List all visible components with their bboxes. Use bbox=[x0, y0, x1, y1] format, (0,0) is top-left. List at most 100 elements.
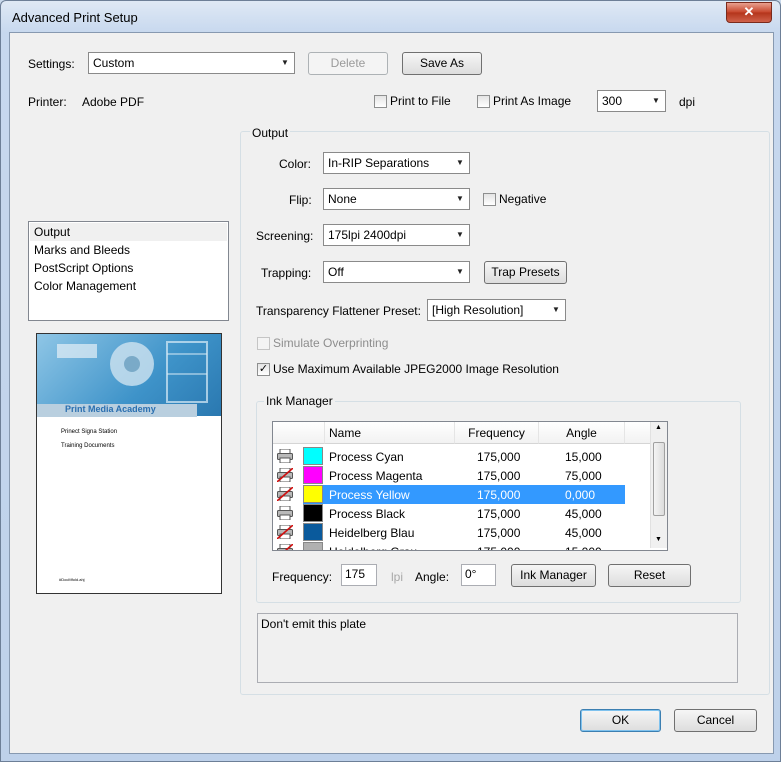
dpi-unit: dpi bbox=[679, 95, 696, 109]
scroll-down-icon[interactable]: ▼ bbox=[655, 536, 662, 543]
dpi-value: 300 bbox=[602, 94, 623, 108]
category-postscript-options[interactable]: PostScript Options bbox=[30, 259, 227, 277]
preview-banner-text: Print Media Academy bbox=[65, 404, 156, 414]
chevron-down-icon: ▼ bbox=[456, 194, 464, 203]
title-bar[interactable]: Advanced Print Setup ✕ bbox=[1, 1, 780, 33]
chevron-down-icon: ▼ bbox=[456, 158, 464, 167]
preview-line-2: Training Documents bbox=[61, 443, 115, 449]
flip-dropdown[interactable]: None ▼ bbox=[323, 188, 470, 210]
page-preview: Print Media Academy Prinect Signa Statio… bbox=[36, 333, 222, 594]
ink-color-swatch bbox=[303, 447, 323, 465]
print-to-file-label: Print to File bbox=[390, 94, 451, 108]
negative-label: Negative bbox=[499, 192, 547, 206]
negative-checkbox[interactable] bbox=[483, 193, 496, 206]
category-output[interactable]: Output bbox=[30, 223, 227, 241]
category-list: Output Marks and Bleeds PostScript Optio… bbox=[28, 221, 229, 321]
trap-presets-button[interactable]: Trap Presets bbox=[484, 261, 567, 284]
ink-name: Process Black bbox=[329, 507, 406, 521]
screening-dropdown[interactable]: 175lpi 2400dpi ▼ bbox=[323, 224, 470, 246]
cancel-button[interactable]: Cancel bbox=[674, 709, 757, 732]
chevron-down-icon: ▼ bbox=[456, 230, 464, 239]
ink-frequency: 175,000 bbox=[477, 450, 521, 464]
ink-row[interactable]: Heidelberg Grau 175,000 15,000 bbox=[273, 542, 653, 550]
frequency-input[interactable]: 175 bbox=[341, 564, 377, 586]
preview-footer: #DocMfold.ahj bbox=[59, 577, 85, 582]
trapping-value: Off bbox=[328, 265, 344, 279]
ink-angle: 15,000 bbox=[565, 450, 602, 464]
close-icon: ✕ bbox=[743, 4, 755, 19]
ink-column-frequency[interactable]: Frequency bbox=[455, 422, 539, 444]
ink-row[interactable]: Process Black 175,000 45,000 bbox=[273, 504, 653, 523]
frequency-label: Frequency: bbox=[272, 570, 333, 584]
advanced-print-setup-window: Advanced Print Setup ✕ Settings: Custom … bbox=[0, 0, 781, 762]
window-title: Advanced Print Setup bbox=[12, 10, 138, 25]
dpi-dropdown[interactable]: 300 ▼ bbox=[597, 90, 666, 112]
ink-color-swatch bbox=[303, 485, 323, 503]
screening-label: Screening: bbox=[256, 229, 314, 243]
ink-frequency: 175,000 bbox=[477, 507, 521, 521]
flattener-label: Transparency Flattener Preset: bbox=[256, 304, 421, 318]
ink-name: Process Magenta bbox=[329, 469, 423, 483]
save-as-button[interactable]: Save As bbox=[402, 52, 482, 75]
ink-row[interactable]: Heidelberg Blau 175,000 45,000 bbox=[273, 523, 653, 542]
ink-name: Heidelberg Grau bbox=[329, 545, 417, 550]
lpi-unit: lpi bbox=[391, 570, 404, 584]
category-marks-and-bleeds[interactable]: Marks and Bleeds bbox=[30, 241, 227, 259]
color-dropdown[interactable]: In-RIP Separations ▼ bbox=[323, 152, 470, 174]
scroll-up-icon[interactable]: ▲ bbox=[655, 424, 662, 431]
printer-icon[interactable] bbox=[277, 448, 293, 464]
chevron-down-icon: ▼ bbox=[281, 58, 289, 67]
output-section-title: Output bbox=[250, 126, 291, 140]
color-value: In-RIP Separations bbox=[328, 156, 430, 170]
settings-dropdown[interactable]: Custom ▼ bbox=[88, 52, 295, 74]
screening-value: 175lpi 2400dpi bbox=[328, 228, 407, 242]
ink-name: Process Cyan bbox=[329, 450, 404, 464]
close-button[interactable]: ✕ bbox=[726, 2, 772, 23]
ink-column-angle[interactable]: Angle bbox=[539, 422, 625, 444]
flattener-value: [High Resolution] bbox=[432, 303, 524, 317]
printer-disabled-icon[interactable] bbox=[276, 467, 294, 483]
chevron-down-icon: ▼ bbox=[552, 305, 560, 314]
ink-column-icons bbox=[273, 422, 325, 444]
ink-color-swatch bbox=[303, 466, 323, 484]
ink-manager-section-title: Ink Manager bbox=[264, 394, 335, 408]
ink-column-name[interactable]: Name bbox=[325, 422, 455, 444]
print-to-file-checkbox[interactable] bbox=[374, 95, 387, 108]
dialog-body: Settings: Custom ▼ Delete Save As Printe… bbox=[9, 32, 774, 754]
flip-label: Flip: bbox=[289, 193, 312, 207]
ink-list-scrollbar[interactable]: ▲ ▼ bbox=[650, 422, 667, 548]
print-as-image-checkbox[interactable] bbox=[477, 95, 490, 108]
delete-button[interactable]: Delete bbox=[308, 52, 388, 75]
ink-frequency: 175,000 bbox=[477, 469, 521, 483]
category-color-management[interactable]: Color Management bbox=[30, 277, 227, 295]
ink-angle: 45,000 bbox=[565, 507, 602, 521]
ink-color-swatch bbox=[303, 504, 323, 522]
reset-button[interactable]: Reset bbox=[608, 564, 691, 587]
ink-row[interactable]: Process Yellow 175,000 0,000 bbox=[273, 485, 653, 504]
jpeg2000-checkbox[interactable]: ✓ bbox=[257, 363, 270, 376]
print-as-image-label: Print As Image bbox=[493, 94, 572, 108]
ink-angle: 0,000 bbox=[565, 488, 596, 502]
settings-label: Settings: bbox=[28, 57, 75, 71]
flattener-dropdown[interactable]: [High Resolution] ▼ bbox=[427, 299, 566, 321]
angle-input[interactable]: 0° bbox=[461, 564, 496, 586]
ink-name: Process Yellow bbox=[329, 488, 410, 502]
ink-row[interactable]: Process Magenta 175,000 75,000 bbox=[273, 466, 653, 485]
ink-row[interactable]: Process Cyan 175,000 15,000 bbox=[273, 447, 653, 466]
printer-label: Printer: bbox=[28, 95, 67, 109]
ink-color-swatch bbox=[303, 523, 323, 541]
simulate-overprinting-checkbox[interactable] bbox=[257, 337, 270, 350]
chevron-down-icon: ▼ bbox=[652, 96, 660, 105]
angle-label: Angle: bbox=[415, 570, 450, 584]
printer-disabled-icon[interactable] bbox=[276, 524, 294, 540]
trapping-dropdown[interactable]: Off ▼ bbox=[323, 261, 470, 283]
chevron-down-icon: ▼ bbox=[456, 267, 464, 276]
ink-manager-button[interactable]: Ink Manager bbox=[511, 564, 596, 587]
checkmark-icon: ✓ bbox=[258, 363, 269, 375]
printer-disabled-icon[interactable] bbox=[276, 486, 294, 502]
scroll-thumb[interactable] bbox=[653, 442, 665, 516]
ok-button[interactable]: OK bbox=[580, 709, 661, 732]
printer-icon[interactable] bbox=[277, 505, 293, 521]
jpeg2000-label: Use Maximum Available JPEG2000 Image Res… bbox=[273, 362, 559, 376]
printer-disabled-icon[interactable] bbox=[277, 543, 294, 550]
